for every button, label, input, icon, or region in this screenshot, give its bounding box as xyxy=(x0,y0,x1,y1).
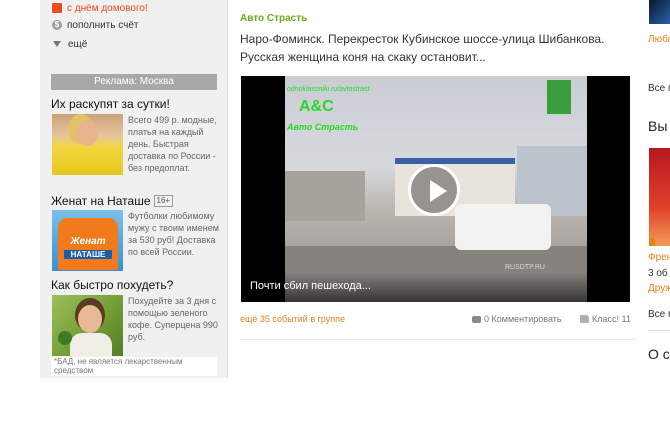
ad-title-dresses[interactable]: Их раскупят за сутки! xyxy=(51,97,170,111)
video-logo-subtitle: Авто Страсть xyxy=(287,122,359,132)
video-caption: Почти сбил пешехода... xyxy=(250,280,371,292)
video-player[interactable]: odnoklassniki.ru/avtostrast А&С Авто Стр… xyxy=(241,76,630,302)
post-group-link[interactable]: Авто Страсть xyxy=(240,13,307,24)
menu-item-holiday[interactable]: с днём домового! xyxy=(52,0,148,16)
ad-title-weight-loss[interactable]: Как быстро похудеть? xyxy=(51,278,173,292)
menu-item-top-up-label: пополнить счёт xyxy=(67,19,139,31)
tshirt-image[interactable]: Женат НАТАШЕ xyxy=(52,210,123,271)
video-watermark: RUSDTP.RU xyxy=(505,264,545,271)
comment-label: 0 Комментировать xyxy=(484,314,562,324)
triangle-down-icon xyxy=(53,41,61,47)
menu-item-top-up[interactable]: $ пополнить счёт xyxy=(52,17,138,33)
age-rating-badge: 16+ xyxy=(153,195,174,207)
video-caption-bar: Почти сбил пешехода... xyxy=(241,272,630,302)
right-column: Люба Все г Вы Френ 3 об Друж Все г О с xyxy=(646,0,670,434)
right-see-all-1[interactable]: Все г xyxy=(648,83,670,94)
right-divider xyxy=(648,330,670,331)
dress-model-image[interactable] xyxy=(52,114,123,175)
tshirt-print-text-1: Женат xyxy=(70,236,106,247)
ad-title-tshirt-label: Женат на Наташе xyxy=(51,194,151,208)
right-see-all-2[interactable]: Все г xyxy=(648,309,670,320)
more-events-link[interactable]: ещё 35 событий в группе xyxy=(240,314,345,324)
thumb-up-icon xyxy=(580,315,589,323)
ad-text-weight-loss[interactable]: Похудейте за 3 дня с помощью зеленого ко… xyxy=(128,295,222,343)
video-logo-url: odnoklassniki.ru/avtostrast xyxy=(287,86,370,93)
right-name-link-1[interactable]: Люба xyxy=(648,34,670,45)
right-section-heading-1: Вы xyxy=(648,118,668,134)
play-icon[interactable] xyxy=(408,164,460,216)
coin-icon: $ xyxy=(52,20,62,30)
profile-photo-top[interactable] xyxy=(649,0,670,24)
ad-title-tshirt[interactable]: Женат на Наташе 16+ xyxy=(51,194,174,208)
tshirt-print-text-2: НАТАШЕ xyxy=(64,250,112,259)
gift-icon xyxy=(52,3,62,13)
woman-coffee-image[interactable] xyxy=(52,295,123,356)
ad-disclaimer: *БАД, не является лекарственным средство… xyxy=(51,357,217,376)
right-name-link-2[interactable]: Френ xyxy=(648,252,670,263)
video-logo: А&С xyxy=(299,98,334,115)
ad-disclaimer-text: БАД, не является лекарственным средством xyxy=(54,357,183,375)
comment-bubble-icon xyxy=(472,315,481,323)
post-footer: ещё 35 событий в группе 0 Комментировать… xyxy=(240,314,636,328)
left-sidebar: с днём домового! $ пополнить счёт ещё Ре… xyxy=(40,0,228,378)
profile-photo-main[interactable] xyxy=(649,148,670,246)
menu-item-holiday-label: с днём домового! xyxy=(67,2,148,14)
post-divider xyxy=(240,339,636,340)
post-text[interactable]: Наро-Фоминск. Перекресток Кубинское шосс… xyxy=(240,30,635,66)
ads-header: Реклама: Москва xyxy=(51,74,217,90)
like-button[interactable]: Класс! 11 xyxy=(580,314,631,324)
like-label: Класс! 11 xyxy=(592,314,631,324)
menu-item-more-label: ещё xyxy=(68,38,88,50)
right-section-heading-2: О с xyxy=(648,346,670,362)
ad-text-tshirt[interactable]: Футболки любимому мужу с твоим именем за… xyxy=(128,210,222,258)
menu-item-more[interactable]: ещё xyxy=(52,36,87,52)
right-friend-link[interactable]: Друж xyxy=(648,283,670,294)
right-common-count: 3 об xyxy=(648,268,668,279)
comment-button[interactable]: 0 Комментировать xyxy=(472,314,562,324)
online-icon xyxy=(649,238,655,246)
ad-text-dresses[interactable]: Всего 499 р. модные, платья на каждый де… xyxy=(128,114,222,174)
